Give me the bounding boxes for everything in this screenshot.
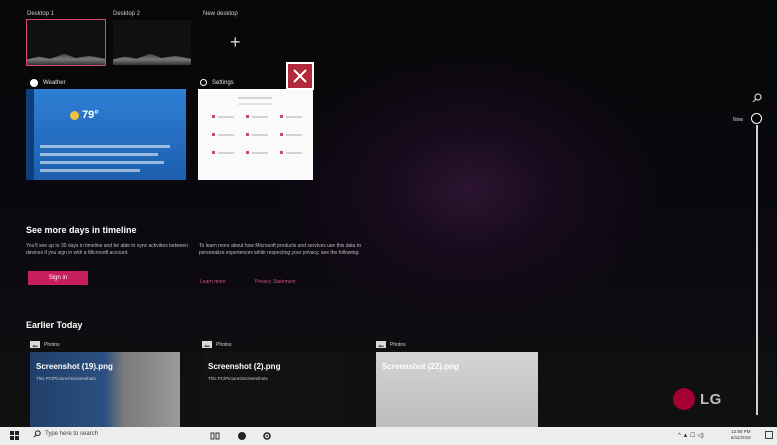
learn-more-link[interactable]: Learn more <box>200 279 226 285</box>
settings-category-line <box>252 134 268 136</box>
gear-icon[interactable] <box>262 431 272 441</box>
plus-icon[interactable]: + <box>230 33 241 51</box>
activity-app-name: Photos <box>390 341 406 348</box>
timeline-scrollbar-track[interactable] <box>756 125 758 415</box>
activity-file-name: Screenshot (2).png <box>208 362 281 371</box>
settings-category-icon <box>246 115 249 118</box>
lg-logo-text: LG <box>700 390 722 408</box>
activity-file-location: This PC\Pictures\Screenshots <box>382 376 442 381</box>
settings-category-icon <box>212 115 215 118</box>
settings-category-line <box>218 152 234 154</box>
activity-app-label: Photos <box>202 341 232 348</box>
search-glyph <box>752 93 762 103</box>
activity-app-name: Photos <box>216 341 232 348</box>
forecast-row <box>40 169 140 172</box>
activity-file-name: Screenshot (19).png <box>36 362 113 371</box>
lg-logo-circle <box>673 388 695 410</box>
activity-card-screenshot-22[interactable]: Screenshot (22).png This PC\Pictures\Scr… <box>376 352 538 427</box>
new-desktop-label: New desktop <box>203 11 238 17</box>
photos-app-icon <box>376 341 386 348</box>
weather-app-icon <box>30 79 38 87</box>
activity-app-label: Photos <box>376 341 406 348</box>
close-icon <box>293 69 307 83</box>
search-icon[interactable] <box>752 93 762 105</box>
task-view-icon[interactable] <box>210 431 220 441</box>
weather-window-title[interactable]: Weather <box>30 79 66 87</box>
settings-category-line <box>286 134 302 136</box>
activity-file-name: Screenshot (22).png <box>382 362 459 371</box>
timeline-now-label: Now <box>733 117 744 123</box>
settings-category-line <box>286 152 302 154</box>
screen-frame: Desktop 1 Desktop 2 New desktop + Weathe… <box>0 0 777 445</box>
action-center-icon[interactable] <box>765 431 773 439</box>
desktop-2-label: Desktop 2 <box>113 11 141 17</box>
record-icon[interactable] <box>237 431 247 441</box>
clock-date: 6/11/2018 <box>731 435 751 440</box>
settings-category-icon <box>212 151 215 154</box>
weather-temperature: 79° <box>82 109 99 121</box>
settings-category-icon <box>280 115 283 118</box>
forecast-row <box>40 145 170 148</box>
settings-search-line <box>238 103 272 105</box>
settings-category-line <box>252 116 268 118</box>
lg-logo: LG <box>673 388 722 410</box>
activity-file-location: This PC\Pictures\Screenshots <box>208 376 268 381</box>
photos-app-icon <box>202 341 212 348</box>
forecast-row <box>40 153 158 156</box>
taskbar: Type here to search ^ ▲ ☐ ◁) 12:58 PM 6/… <box>0 427 777 445</box>
desktop-1-label: Desktop 1 <box>27 11 55 17</box>
activity-card-screenshot-2[interactable]: Screenshot (2).png This PC\Pictures\Scre… <box>202 352 344 427</box>
settings-category-icon <box>246 151 249 154</box>
forecast-row <box>40 161 164 164</box>
weather-title-text: Weather <box>43 80 66 86</box>
settings-title-text: Settings <box>212 79 234 86</box>
photos-app-icon <box>30 341 40 348</box>
activity-app-label: Photos <box>30 341 60 348</box>
activity-card-screenshot-19[interactable]: Screenshot (19).png This PC\Pictures\Scr… <box>30 352 180 427</box>
settings-category-line <box>252 152 268 154</box>
system-tray-icons[interactable]: ^ ▲ ☐ ◁) <box>678 432 704 439</box>
settings-window-title[interactable]: Settings <box>200 79 234 86</box>
privacy-statement-link[interactable]: Privacy Statement <box>255 279 296 285</box>
settings-window-thumbnail[interactable] <box>198 89 313 180</box>
settings-category-icon <box>246 133 249 136</box>
privacy-description: To learn more about how Microsoft produc… <box>199 243 362 256</box>
timeline-heading: See more days in timeline <box>26 225 137 235</box>
weather-sidebar <box>26 89 34 180</box>
settings-category-icon <box>280 133 283 136</box>
settings-app-icon <box>200 79 207 86</box>
settings-heading-line <box>238 97 272 99</box>
windows-start-icon[interactable] <box>10 431 19 440</box>
desktop-1-thumbnail[interactable] <box>26 19 106 66</box>
close-window-button[interactable] <box>286 62 314 90</box>
timeline-description: You'll see up to 30 days in timeline and… <box>26 243 188 256</box>
desktop-wallpaper <box>27 53 105 65</box>
settings-category-line <box>218 134 234 136</box>
timeline-scrollbar-handle[interactable] <box>751 113 762 124</box>
sun-icon <box>70 111 79 120</box>
taskbar-clock[interactable]: 12:58 PM 6/11/2018 <box>731 429 751 441</box>
taskbar-search-box[interactable]: Type here to search <box>33 430 98 438</box>
settings-category-line <box>218 116 234 118</box>
weather-window-thumbnail[interactable]: 79° <box>26 89 186 180</box>
earlier-today-heading: Earlier Today <box>26 320 83 330</box>
desktop-2-thumbnail[interactable] <box>113 20 191 65</box>
sign-in-button[interactable]: Sign in <box>28 271 88 285</box>
task-view: Desktop 1 Desktop 2 New desktop + Weathe… <box>0 0 777 427</box>
search-icon <box>33 430 41 438</box>
settings-category-icon <box>212 133 215 136</box>
activity-app-name: Photos <box>44 341 60 348</box>
desktop-wallpaper <box>113 53 191 65</box>
activity-file-location: This PC\Pictures\Screenshots <box>36 376 96 381</box>
settings-category-line <box>286 116 302 118</box>
taskbar-search-placeholder: Type here to search <box>45 431 99 437</box>
settings-category-icon <box>280 151 283 154</box>
